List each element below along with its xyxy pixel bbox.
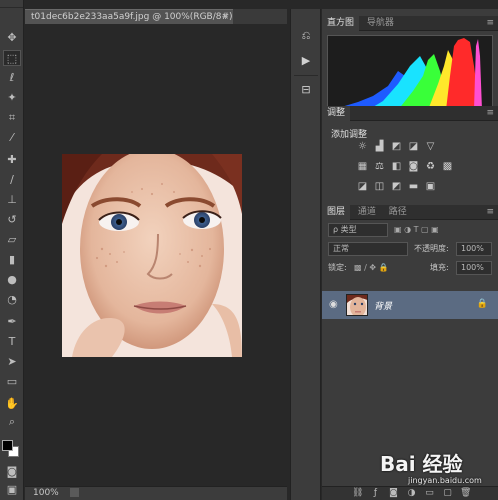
marquee-tool-icon[interactable]: ⬚ xyxy=(3,50,21,66)
close-icon[interactable]: × xyxy=(221,10,229,25)
document-tab[interactable]: t01dec6b2e233aa5a9f.jpg @ 100%(RGB/8#) × xyxy=(25,9,233,24)
brush-tool-icon[interactable]: ∕ xyxy=(3,172,21,188)
document-tab-title: t01dec6b2e233aa5a9f.jpg @ 100%(RGB/8#) xyxy=(31,12,233,22)
layer-name[interactable]: 背景 xyxy=(374,299,392,312)
clone-stamp-tool-icon[interactable]: ⊥ xyxy=(3,192,21,208)
tab-paths[interactable]: 路径 xyxy=(384,205,412,220)
move-tool-icon[interactable]: ✥ xyxy=(3,30,21,46)
vibrance-icon[interactable]: ▽ xyxy=(424,141,437,153)
histogram-tabs: 直方图 导航器 ≡ xyxy=(322,16,498,31)
crop-tool-icon[interactable]: ⌗ xyxy=(3,110,21,126)
channel-mixer-icon[interactable]: ♻ xyxy=(424,161,437,173)
tab-navigator[interactable]: 导航器 xyxy=(362,16,399,31)
color-balance-icon[interactable]: ⚖ xyxy=(373,161,386,173)
panel-menu-icon[interactable]: ≡ xyxy=(486,106,494,121)
posterize-icon[interactable]: ◫ xyxy=(373,181,386,193)
exposure-icon[interactable]: ◪ xyxy=(407,141,420,153)
opacity-label: 不透明度: xyxy=(414,244,449,253)
adjustments-row-3: ◪ ◫ ◩ ▬ ▣ xyxy=(356,181,441,195)
adjustments-title: 添加调整 xyxy=(331,130,368,140)
magic-wand-tool-icon[interactable]: ✦ xyxy=(3,90,21,106)
foreground-color-swatch[interactable] xyxy=(2,440,13,451)
tab-histogram[interactable]: 直方图 xyxy=(322,16,360,31)
dodge-tool-icon[interactable]: ◔ xyxy=(3,292,21,308)
fill-input[interactable]: 100% xyxy=(456,261,492,275)
tab-layers[interactable]: 图层 xyxy=(322,205,351,220)
baidu-jingyan-logo: Bai 经验 xyxy=(380,452,463,476)
invert-icon[interactable]: ◪ xyxy=(356,181,369,193)
layer-thumbnail xyxy=(346,294,368,316)
tab-adjustments[interactable]: 调整 xyxy=(322,106,351,121)
histogram-graph xyxy=(327,35,493,109)
gradient-map-icon[interactable]: ▬ xyxy=(407,181,420,193)
black-white-icon[interactable]: ◧ xyxy=(390,161,403,173)
status-bar: 100% xyxy=(25,486,287,500)
properties-icon[interactable]: ⊟ xyxy=(298,83,314,97)
layers-tabs: 图层 通道 路径 ≡ xyxy=(322,205,498,220)
blur-tool-icon[interactable]: ● xyxy=(3,272,21,288)
photo-canvas[interactable] xyxy=(62,154,242,357)
lock-icon: 🔒 xyxy=(476,299,488,309)
screen-mode-icon[interactable]: ▣ xyxy=(3,482,21,498)
histogram-svg xyxy=(338,38,482,108)
toolbar-grip[interactable] xyxy=(0,0,23,8)
selective-color-icon[interactable]: ▣ xyxy=(424,181,437,193)
curves-icon[interactable]: ◩ xyxy=(390,141,403,153)
adjustments-row-2: ▦ ⚖ ◧ ◙ ♻ ▩ xyxy=(356,161,458,175)
rectangle-tool-icon[interactable]: ▭ xyxy=(3,374,21,390)
brightness-contrast-icon[interactable]: ☼ xyxy=(356,141,369,153)
visibility-eye-icon[interactable]: ◉ xyxy=(329,299,338,310)
actions-play-icon[interactable]: ▶ xyxy=(298,54,314,68)
panel-icon-strip: ⎌ ▶ ⊟ xyxy=(290,9,321,500)
history-icon[interactable]: ⎌ xyxy=(298,29,314,43)
adjustments-row-1: ☼ ▟ ◩ ◪ ▽ xyxy=(356,141,441,155)
lock-label: 锁定: xyxy=(328,263,347,272)
eraser-tool-icon[interactable]: ▱ xyxy=(3,232,21,248)
path-selection-tool-icon[interactable]: ➤ xyxy=(3,354,21,370)
eyedropper-tool-icon[interactable]: ⁄ xyxy=(3,130,21,146)
panel-menu-icon[interactable]: ≡ xyxy=(486,205,494,220)
gradient-tool-icon[interactable]: ▮ xyxy=(3,252,21,268)
fill-label: 填充: xyxy=(430,263,449,272)
baidu-watermark: Bai 经验 jingyan.baidu.com xyxy=(380,446,495,490)
pen-tool-icon[interactable]: ✒ xyxy=(3,314,21,330)
hand-tool-icon[interactable]: ✋ xyxy=(3,396,21,412)
filter-icons[interactable]: ▣ ◑ T ▢ ▣ xyxy=(394,224,439,236)
panel-menu-icon[interactable]: ≡ xyxy=(486,16,494,31)
right-panels: 直方图 导航器 ≡ 调整 ≡ 添加调整 ☼ ▟ ◩ ◪ ▽ ▦ ⚖ ◧ ◙ ♻ ▩ xyxy=(322,9,498,500)
portrait-image xyxy=(62,154,242,357)
status-menu-icon[interactable] xyxy=(69,488,79,497)
photoshop-window: ✥ ⬚ ℓ ✦ ⌗ ⁄ ✚ ∕ ⊥ ↺ ▱ ▮ ● ◔ ✒ T ➤ ▭ ✋ ⌕ … xyxy=(0,0,498,500)
threshold-icon[interactable]: ◩ xyxy=(390,181,403,193)
tools-panel: ✥ ⬚ ℓ ✦ ⌗ ⁄ ✚ ∕ ⊥ ↺ ▱ ▮ ● ◔ ✒ T ➤ ▭ ✋ ⌕ … xyxy=(0,0,24,500)
layer-row-background[interactable]: ◉ 背景 🔒 xyxy=(322,291,498,319)
type-tool-icon[interactable]: T xyxy=(3,334,21,350)
strip-divider xyxy=(294,75,318,76)
levels-icon[interactable]: ▟ xyxy=(373,141,386,153)
healing-brush-tool-icon[interactable]: ✚ xyxy=(3,152,21,168)
color-lookup-icon[interactable]: ▩ xyxy=(441,161,454,173)
blend-mode-select[interactable]: 正常 xyxy=(328,242,408,256)
quick-mask-icon[interactable]: ◙ xyxy=(3,464,21,480)
history-brush-tool-icon[interactable]: ↺ xyxy=(3,212,21,228)
adjustments-tabs: 调整 ≡ xyxy=(322,106,498,121)
tab-channels[interactable]: 通道 xyxy=(353,205,381,220)
zoom-level[interactable]: 100% xyxy=(33,488,59,498)
link-layers-icon[interactable]: ⛓ xyxy=(352,488,363,499)
zoom-tool-icon[interactable]: ⌕ xyxy=(3,414,21,430)
hue-saturation-icon[interactable]: ▦ xyxy=(356,161,369,173)
lasso-tool-icon[interactable]: ℓ xyxy=(3,70,21,86)
watermark-url: jingyan.baidu.com xyxy=(408,476,482,485)
photo-filter-icon[interactable]: ◙ xyxy=(407,161,420,173)
layer-thumbnail-image xyxy=(347,295,367,315)
layer-filter-select[interactable]: ρ 类型 xyxy=(328,223,388,237)
opacity-input[interactable]: 100% xyxy=(456,242,492,256)
lock-icons[interactable]: ▩ ∕ ✥ 🔒 xyxy=(354,262,389,274)
